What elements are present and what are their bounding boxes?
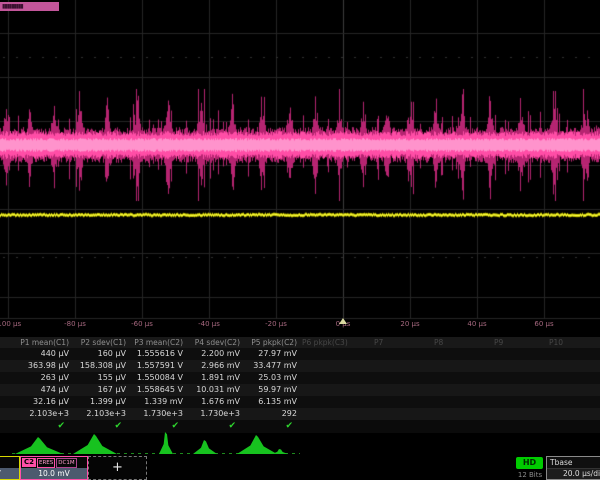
measurement-table: P1 mean(C1)P2 sdev(C1)P3 mean(C2)P4 sdev… bbox=[0, 337, 600, 433]
trace-annotation-badge: ▮▮▮▮▮▮▮▮▮ bbox=[0, 2, 59, 11]
histicon-peak bbox=[73, 434, 117, 454]
waveform-grid bbox=[0, 0, 600, 334]
timebase-title: Tbase bbox=[547, 457, 600, 469]
add-trace-button[interactable]: + bbox=[88, 456, 147, 480]
histicon-peak bbox=[15, 437, 63, 454]
stat-sdev-p3: 1.339 mV bbox=[126, 396, 183, 408]
param-header-inactive[interactable]: P8 bbox=[434, 337, 443, 348]
time-tick-label: -60 µs bbox=[131, 320, 153, 328]
stat-value-p1: 440 µV bbox=[12, 348, 69, 360]
c2-scale: 10.0 mV bbox=[21, 468, 87, 479]
time-tick-label: -80 µs bbox=[64, 320, 86, 328]
c1-scale: 10.0 mV bbox=[0, 468, 19, 479]
plus-icon: + bbox=[112, 460, 123, 475]
stat-max-p3: 1.558645 V bbox=[126, 384, 183, 396]
time-tick-label: 20 µs bbox=[400, 320, 419, 328]
c2-eres-badge: ERES bbox=[37, 458, 55, 468]
timebase-descriptor[interactable]: Tbase 20.0 µs/div bbox=[546, 456, 600, 480]
stat-mean-p1: 363.98 µV bbox=[12, 360, 69, 372]
time-tick-label: 40 µs bbox=[467, 320, 486, 328]
hd-mode-badge[interactable]: HD bbox=[516, 457, 543, 469]
stat-num-p5: 292 bbox=[240, 408, 297, 420]
stat-num-p2: 2.103e+3 bbox=[69, 408, 126, 420]
time-tick-label: -20 µs bbox=[265, 320, 287, 328]
stat-sdev-p1: 32.16 µV bbox=[12, 396, 69, 408]
param-header-p2[interactable]: P2 sdev(C1) bbox=[69, 337, 126, 348]
time-tick-label: -100 µs bbox=[0, 320, 21, 328]
param-header-inactive[interactable]: P10 bbox=[549, 337, 563, 348]
time-tick-label: -40 µs bbox=[198, 320, 220, 328]
stat-value-p5: 27.97 mV bbox=[240, 348, 297, 360]
timebase-value: 20.0 µs/div bbox=[547, 469, 600, 479]
stat-value-p4: 2.200 mV bbox=[183, 348, 240, 360]
stat-mean-p2: 158.308 µV bbox=[69, 360, 126, 372]
stat-sdev-p5: 6.135 mV bbox=[240, 396, 297, 408]
stat-sdev-p4: 1.676 mV bbox=[183, 396, 240, 408]
trigger-position-marker[interactable] bbox=[339, 318, 347, 324]
stat-min-p5: 25.03 mV bbox=[240, 372, 297, 384]
histicon-peak bbox=[193, 440, 217, 454]
stat-value-p3: 1.555616 V bbox=[126, 348, 183, 360]
param-header-p1[interactable]: P1 mean(C1) bbox=[12, 337, 69, 348]
stat-min-p3: 1.550084 V bbox=[126, 372, 183, 384]
descriptor-bar: C1 DC1M 10.0 mV C2 ERES DC1M 10.0 mV + H… bbox=[0, 456, 600, 480]
time-tick-label: 60 µs bbox=[534, 320, 553, 328]
stat-num-p4: 1.730e+3 bbox=[183, 408, 240, 420]
histicon-peak bbox=[159, 432, 173, 454]
param-header-inactive[interactable]: P7 bbox=[374, 337, 383, 348]
stat-value-p2: 160 µV bbox=[69, 348, 126, 360]
stat-sdev-p2: 1.399 µV bbox=[69, 396, 126, 408]
channel-c2-descriptor[interactable]: C2 ERES DC1M 10.0 mV bbox=[20, 456, 88, 480]
param-header-p3[interactable]: P3 mean(C2) bbox=[126, 337, 183, 348]
stat-max-p1: 474 µV bbox=[12, 384, 69, 396]
param-header-p4[interactable]: P4 sdev(C2) bbox=[183, 337, 240, 348]
stat-min-p2: 155 µV bbox=[69, 372, 126, 384]
stat-min-p4: 1.891 mV bbox=[183, 372, 240, 384]
c2-coupling-badge: DC1M bbox=[56, 458, 76, 468]
stat-max-p5: 59.97 mV bbox=[240, 384, 297, 396]
stat-num-p3: 1.730e+3 bbox=[126, 408, 183, 420]
oscilloscope-screen: ▮▮▮▮▮▮▮▮▮ -100 µs -80 µs -60 µs -40 µs -20 µ… bbox=[0, 0, 600, 480]
time-axis: -100 µs-80 µs-60 µs-40 µs-20 µs0 µs20 µs… bbox=[0, 320, 600, 332]
param-header-inactive[interactable]: P9 bbox=[494, 337, 503, 348]
param-header-inactive[interactable]: P6 pkpk(C3) bbox=[302, 337, 348, 348]
stat-mean-p5: 33.477 mV bbox=[240, 360, 297, 372]
c2-label: C2 bbox=[22, 458, 36, 467]
measurement-histicons bbox=[0, 430, 600, 456]
stat-max-p4: 10.031 mV bbox=[183, 384, 240, 396]
stat-mean-p4: 2.966 mV bbox=[183, 360, 240, 372]
channel-c1-descriptor[interactable]: C1 DC1M 10.0 mV bbox=[0, 456, 20, 480]
histicon-peak bbox=[272, 449, 288, 454]
histicon-peak bbox=[237, 435, 277, 454]
stat-min-p1: 263 µV bbox=[12, 372, 69, 384]
hd-bits-label: 12 Bits bbox=[514, 471, 546, 479]
stat-mean-p3: 1.557591 V bbox=[126, 360, 183, 372]
param-header-p5[interactable]: P5 pkpk(C2) bbox=[240, 337, 297, 348]
stat-max-p2: 167 µV bbox=[69, 384, 126, 396]
stat-num-p1: 2.103e+3 bbox=[12, 408, 69, 420]
